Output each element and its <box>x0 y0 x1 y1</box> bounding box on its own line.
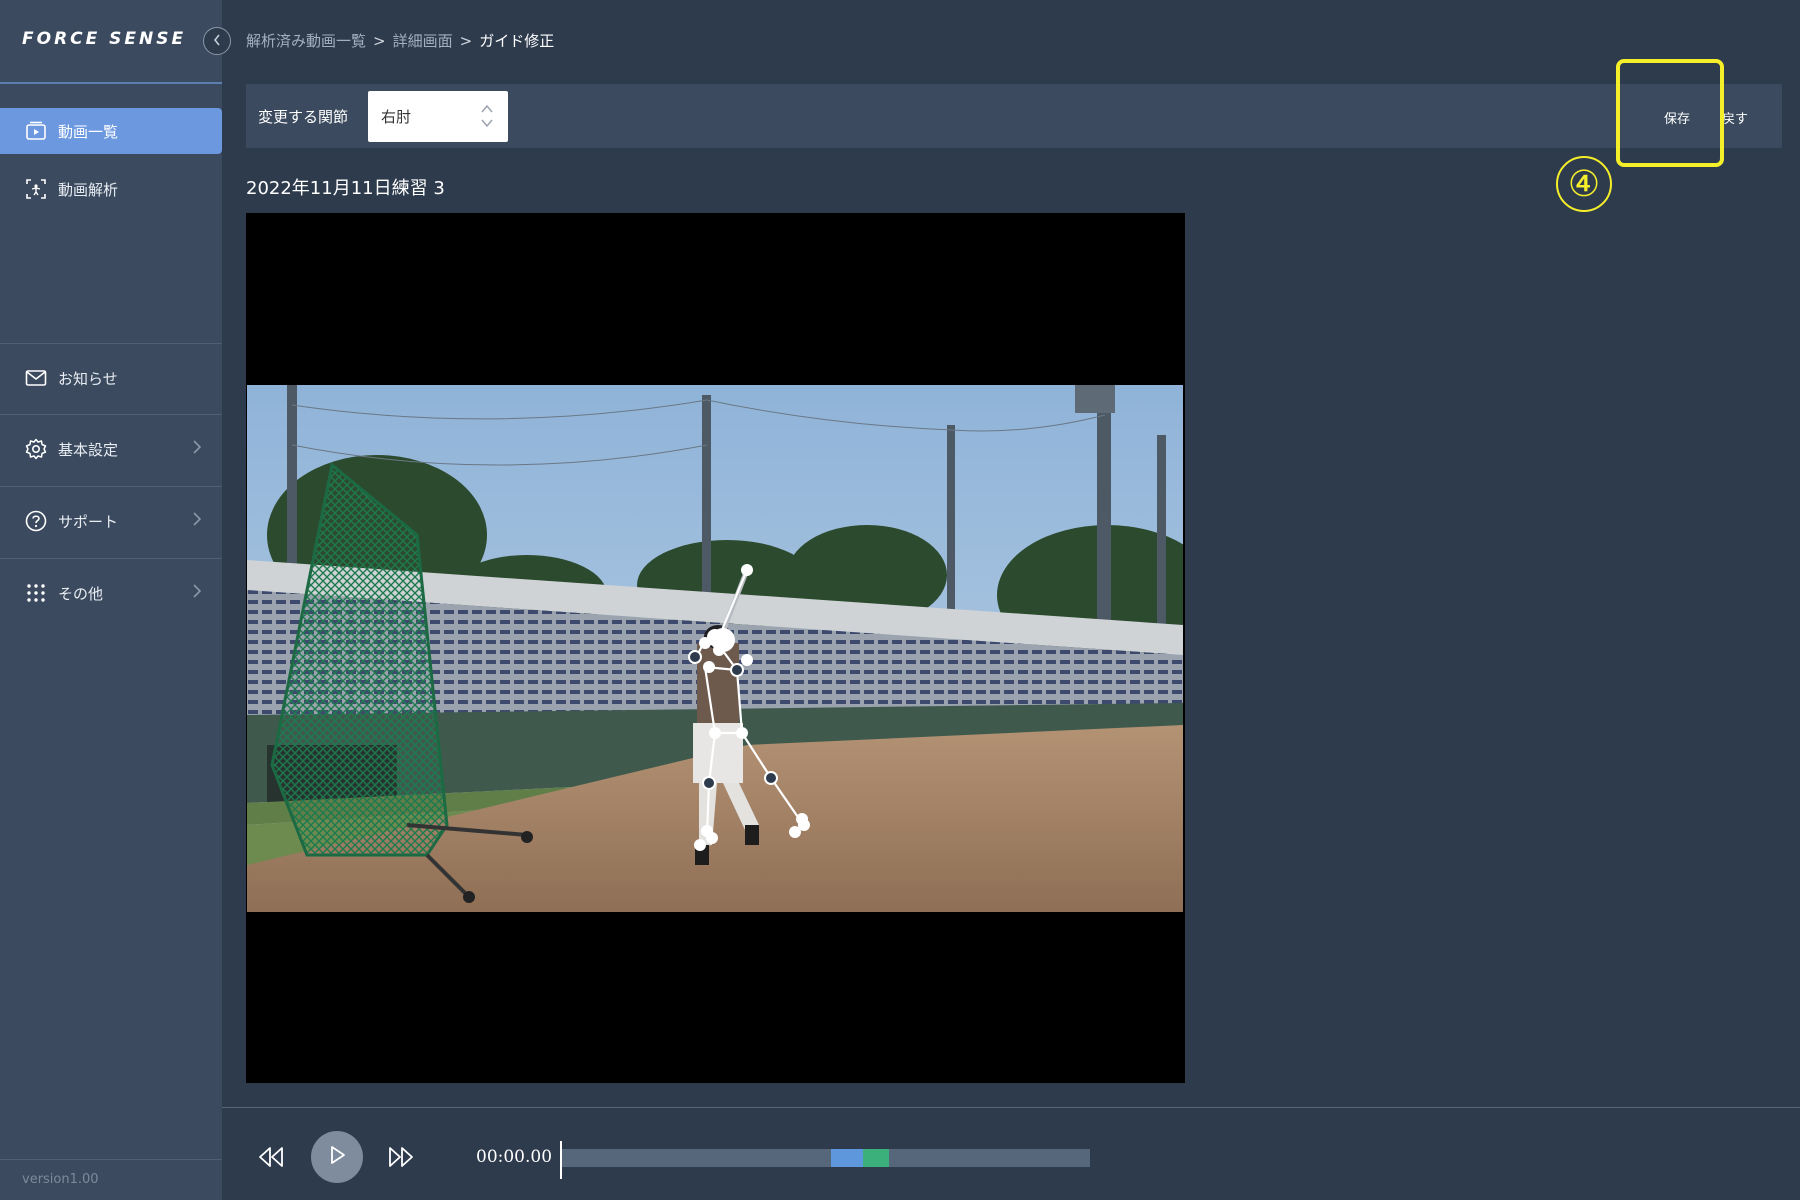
sidebar: FORCE SENSE 動画一覧 動画解析 お知らせ 基本設定 サポート その他… <box>0 0 222 1200</box>
gear-icon <box>24 437 48 461</box>
sidebar-item-settings[interactable]: 基本設定 <box>0 426 222 472</box>
joint-select-label: 変更する関節 <box>258 108 349 126</box>
play-button[interactable] <box>311 1131 363 1183</box>
breadcrumb-separator: > <box>459 31 473 50</box>
help-icon <box>24 509 48 533</box>
sidebar-item-video-analysis[interactable]: 動画解析 <box>0 166 222 212</box>
mail-icon <box>24 366 48 390</box>
sidebar-item-label: お知らせ <box>58 369 118 388</box>
breadcrumb: 解析済み動画一覧 > 詳細画面 > ガイド修正 <box>246 30 554 51</box>
sidebar-divider <box>0 558 222 559</box>
fast-forward-icon <box>386 1147 416 1174</box>
rewind-icon <box>256 1147 286 1174</box>
updown-arrows-icon <box>480 103 494 133</box>
video-frame-image <box>247 385 1183 912</box>
sidebar-item-label: 動画解析 <box>58 180 119 199</box>
sidebar-item-label: その他 <box>58 584 104 603</box>
video-title: 2022年11月11日練習 3 <box>246 178 445 199</box>
grid-icon <box>24 581 48 605</box>
sidebar-divider <box>0 486 222 487</box>
breadcrumb-separator: > <box>373 31 386 50</box>
annotation-step-marker: ④ <box>1556 156 1612 212</box>
sidebar-divider <box>0 343 222 344</box>
fast-forward-button[interactable] <box>386 1144 416 1170</box>
rewind-button[interactable] <box>256 1144 286 1170</box>
timeline-scrubber[interactable] <box>562 1149 1090 1167</box>
video-list-icon <box>24 119 48 143</box>
timecode: 00:00.00 <box>476 1147 553 1167</box>
logo-area: FORCE SENSE <box>0 0 222 84</box>
app-logo: FORCE SENSE <box>22 29 187 49</box>
video-analysis-icon <box>24 177 48 201</box>
breadcrumb-link-video-list[interactable]: 解析済み動画一覧 <box>246 30 366 51</box>
sidebar-divider <box>0 1159 222 1160</box>
version-label: version1.00 <box>22 1172 99 1187</box>
sidebar-divider <box>0 414 222 415</box>
chevron-right-icon <box>192 583 202 603</box>
sidebar-item-support[interactable]: サポート <box>0 498 222 544</box>
breadcrumb-link-detail[interactable]: 詳細画面 <box>393 30 453 51</box>
timeline-segment <box>862 1149 890 1167</box>
chevron-right-icon <box>192 511 202 531</box>
sidebar-item-news[interactable]: お知らせ <box>0 355 222 401</box>
joint-select[interactable]: 右肘 <box>368 91 508 142</box>
timeline-segment <box>831 1149 863 1167</box>
play-icon <box>328 1145 346 1169</box>
chevron-right-icon <box>192 439 202 459</box>
breadcrumb-current: ガイド修正 <box>479 32 555 50</box>
joint-toolbar: 変更する関節 右肘 保存 戻す <box>246 84 1782 148</box>
collapse-sidebar-button[interactable] <box>203 27 231 55</box>
sidebar-item-label: 基本設定 <box>58 440 119 459</box>
annotation-highlight-box <box>1616 59 1724 167</box>
player-divider <box>222 1107 1800 1108</box>
sidebar-item-label: サポート <box>58 512 119 531</box>
sidebar-item-other[interactable]: その他 <box>0 570 222 616</box>
sidebar-item-label: 動画一覧 <box>58 122 119 141</box>
sidebar-item-video-list[interactable]: 動画一覧 <box>0 108 222 154</box>
playhead[interactable] <box>560 1141 562 1179</box>
joint-select-value: 右肘 <box>381 108 412 126</box>
chevron-left-icon <box>212 32 222 51</box>
video-player[interactable] <box>246 213 1185 1083</box>
